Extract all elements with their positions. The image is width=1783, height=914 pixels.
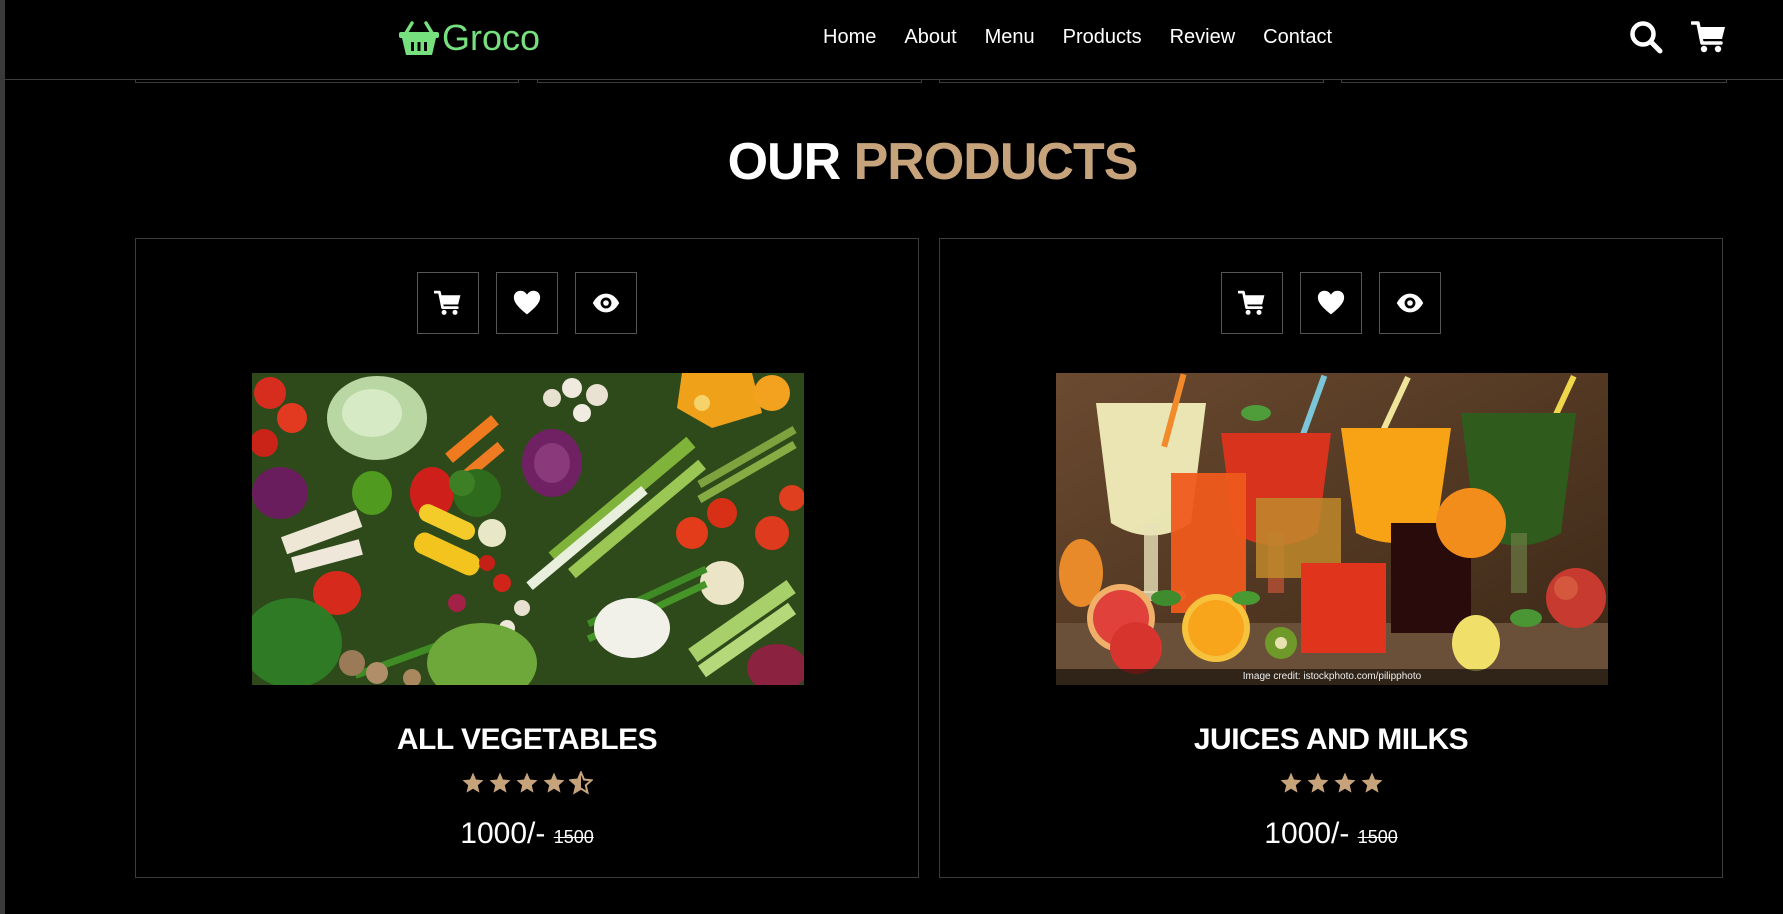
product-price: 1000/- 1500 — [940, 817, 1722, 851]
quick-view-button[interactable] — [575, 272, 637, 334]
vegetables-photo — [252, 373, 804, 685]
page: Groco Home About Menu Products Review Co… — [0, 0, 1783, 914]
card-actions — [136, 272, 918, 334]
rating-stars — [940, 771, 1722, 795]
product-price: 1000/- 1500 — [136, 817, 918, 851]
basket-icon — [399, 21, 439, 55]
star-icon — [462, 772, 484, 793]
previous-card-edge — [1341, 79, 1727, 83]
nav-products[interactable]: Products — [1063, 24, 1142, 50]
cart-icon — [434, 290, 461, 315]
rating-stars — [136, 771, 918, 795]
add-to-cart-button[interactable] — [417, 272, 479, 334]
eye-icon — [592, 293, 620, 313]
add-to-cart-button[interactable] — [1221, 272, 1283, 334]
product-name: ALL VEGETABLES — [396, 723, 658, 756]
title-part1: OUR — [727, 133, 842, 191]
header: Groco Home About Menu Products Review Co… — [5, 0, 1783, 80]
quick-view-button[interactable] — [1379, 272, 1441, 334]
product-card-vegetables: ALL VEGETABLES 1000/- 1500 — [135, 238, 919, 878]
logo-link[interactable]: Groco — [398, 16, 540, 60]
product-image-juices: Image credit: istockphoto.com/pilipphoto — [1056, 373, 1608, 685]
previous-card-edge — [537, 79, 922, 83]
star-icon — [489, 772, 511, 793]
previous-card-edge — [939, 79, 1324, 83]
logo-text: Groco — [442, 17, 541, 58]
search-icon[interactable] — [1628, 19, 1664, 55]
wishlist-button[interactable] — [496, 272, 558, 334]
product-image-vegetables — [252, 373, 804, 685]
star-half-icon — [569, 771, 593, 795]
card-actions — [940, 272, 1722, 334]
old-price: 1500 — [1357, 827, 1398, 847]
current-price: 1000/- — [1264, 817, 1350, 850]
star-icon — [543, 772, 565, 793]
main-nav: Home About Menu Products Review Contact — [823, 24, 1360, 50]
image-credit: Image credit: istockphoto.com/pilipphoto — [1056, 669, 1608, 685]
section-title: OUR PRODUCTS — [0, 132, 1783, 192]
heart-icon — [513, 290, 541, 315]
current-price: 1000/- — [460, 817, 546, 850]
juices-photo — [1056, 373, 1608, 685]
title-part2: PRODUCTS — [853, 133, 1139, 191]
star-icon — [1361, 772, 1382, 793]
cart-icon — [1238, 290, 1265, 315]
nav-home[interactable]: Home — [823, 24, 876, 50]
star-icon — [516, 772, 538, 793]
cart-icon[interactable] — [1691, 19, 1727, 55]
previous-card-edge — [135, 79, 519, 83]
nav-about[interactable]: About — [904, 24, 956, 50]
old-price: 1500 — [553, 827, 594, 847]
nav-review[interactable]: Review — [1170, 24, 1236, 50]
nav-contact[interactable]: Contact — [1263, 24, 1332, 50]
star-icon — [1307, 772, 1328, 793]
header-icons — [1628, 19, 1727, 55]
wishlist-button[interactable] — [1300, 272, 1362, 334]
star-icon — [1280, 772, 1301, 793]
heart-icon — [1317, 290, 1345, 315]
eye-icon — [1396, 293, 1424, 313]
star-icon — [1334, 772, 1355, 793]
nav-menu[interactable]: Menu — [985, 24, 1035, 50]
product-name: JUICES AND MILKS — [1193, 723, 1469, 756]
product-card-juices: Image credit: istockphoto.com/pilipphoto… — [939, 238, 1723, 878]
